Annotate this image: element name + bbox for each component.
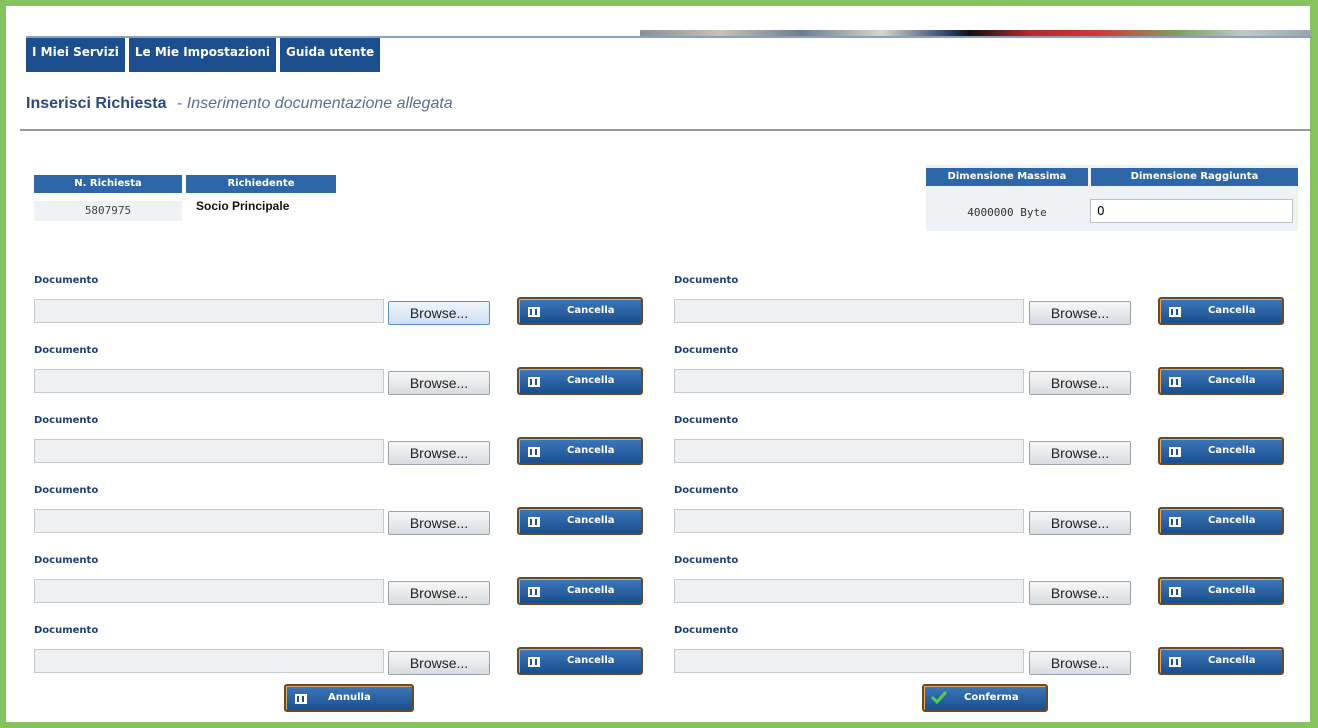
- cancella-label: Cancella: [567, 655, 615, 666]
- cancella-label: Cancella: [567, 305, 615, 316]
- cancella-button[interactable]: Cancella: [517, 647, 643, 675]
- cancella-button[interactable]: Cancella: [1158, 577, 1284, 605]
- document-file-field-left-4[interactable]: [34, 509, 384, 533]
- checkmark-icon: [930, 690, 948, 704]
- title-divider: [20, 129, 1312, 131]
- cancella-button[interactable]: Cancella: [517, 507, 643, 535]
- trash-icon: [1169, 517, 1181, 527]
- cancella-label: Cancella: [567, 585, 615, 596]
- document-label: Documento: [34, 415, 99, 426]
- page-subtitle: Inserimento documentazione allegata: [186, 95, 453, 112]
- document-file-field-left-5[interactable]: [34, 579, 384, 603]
- trash-icon: [528, 657, 540, 667]
- cancella-label: Cancella: [1208, 515, 1256, 526]
- annulla-label: Annulla: [328, 692, 371, 703]
- document-file-field-right-5[interactable]: [674, 579, 1024, 603]
- browse-button[interactable]: Browse...: [388, 301, 490, 325]
- request-number-header: N. Richiesta: [34, 175, 182, 193]
- browse-button[interactable]: Browse...: [388, 651, 490, 675]
- applicant-value: Socio Principale: [196, 199, 290, 213]
- browse-button[interactable]: Browse...: [1029, 301, 1131, 325]
- cancella-label: Cancella: [567, 375, 615, 386]
- document-file-field-right-1[interactable]: [674, 299, 1024, 323]
- trash-icon: [528, 307, 540, 317]
- annulla-button[interactable]: Annulla: [284, 684, 414, 712]
- browse-button[interactable]: Browse...: [1029, 371, 1131, 395]
- browse-button[interactable]: Browse...: [388, 511, 490, 535]
- document-label: Documento: [34, 275, 99, 286]
- browse-button[interactable]: Browse...: [1029, 441, 1131, 465]
- reached-size-header: Dimensione Raggiunta: [1091, 168, 1298, 186]
- document-file-field-left-6[interactable]: [34, 649, 384, 673]
- cancella-button[interactable]: Cancella: [1158, 647, 1284, 675]
- cancella-label: Cancella: [567, 445, 615, 456]
- document-file-field-left-1[interactable]: [34, 299, 384, 323]
- document-file-field-right-4[interactable]: [674, 509, 1024, 533]
- cancella-label: Cancella: [1208, 445, 1256, 456]
- document-file-field-left-2[interactable]: [34, 369, 384, 393]
- document-file-field-right-3[interactable]: [674, 439, 1024, 463]
- document-label: Documento: [674, 555, 739, 566]
- trash-icon: [528, 377, 540, 387]
- cancella-button[interactable]: Cancella: [1158, 437, 1284, 465]
- cancella-label: Cancella: [567, 515, 615, 526]
- cancella-label: Cancella: [1208, 585, 1256, 596]
- browse-button[interactable]: Browse...: [1029, 651, 1131, 675]
- document-label: Documento: [674, 625, 739, 636]
- trash-icon: [1169, 657, 1181, 667]
- request-number-value: 5807975: [34, 201, 182, 221]
- document-file-field-left-3[interactable]: [34, 439, 384, 463]
- conferma-label: Conferma: [964, 692, 1019, 703]
- trash-icon: [295, 694, 307, 704]
- applicant-header: Richiedente: [186, 175, 336, 193]
- document-file-field-right-6[interactable]: [674, 649, 1024, 673]
- trash-icon: [528, 447, 540, 457]
- document-file-field-right-2[interactable]: [674, 369, 1024, 393]
- document-label: Documento: [674, 275, 739, 286]
- cancella-label: Cancella: [1208, 375, 1256, 386]
- document-label: Documento: [674, 415, 739, 426]
- conferma-button[interactable]: Conferma: [922, 684, 1048, 712]
- cancella-label: Cancella: [1208, 655, 1256, 666]
- max-size-header: Dimensione Massima: [926, 168, 1088, 186]
- title-separator: -: [176, 95, 183, 112]
- cancella-button[interactable]: Cancella: [1158, 367, 1284, 395]
- browse-button[interactable]: Browse...: [388, 441, 490, 465]
- cancella-button[interactable]: Cancella: [517, 437, 643, 465]
- cancella-button[interactable]: Cancella: [517, 367, 643, 395]
- cancella-button[interactable]: Cancella: [517, 577, 643, 605]
- tab-le-mie-impostazioni[interactable]: Le Mie Impostazioni: [128, 38, 276, 72]
- document-label: Documento: [674, 485, 739, 496]
- browse-button[interactable]: Browse...: [1029, 581, 1131, 605]
- document-label: Documento: [34, 345, 99, 356]
- page-title: Inserisci Richiesta - Inserimento docume…: [26, 95, 453, 113]
- trash-icon: [528, 587, 540, 597]
- document-label: Documento: [34, 485, 99, 496]
- trash-icon: [528, 517, 540, 527]
- browse-button[interactable]: Browse...: [388, 371, 490, 395]
- tab-guida-utente[interactable]: Guida utente: [279, 38, 381, 72]
- document-label: Documento: [674, 345, 739, 356]
- trash-icon: [1169, 587, 1181, 597]
- browse-button[interactable]: Browse...: [388, 581, 490, 605]
- page-title-main: Inserisci Richiesta: [26, 95, 167, 112]
- tab-i-miei-servizi[interactable]: I Miei Servizi: [26, 38, 125, 72]
- max-size-value: 4000000 Byte: [967, 206, 1047, 219]
- document-label: Documento: [34, 555, 99, 566]
- trash-icon: [1169, 447, 1181, 457]
- reached-size-field[interactable]: [1090, 199, 1293, 223]
- trash-icon: [1169, 307, 1181, 317]
- cancella-label: Cancella: [1208, 305, 1256, 316]
- document-label: Documento: [34, 625, 99, 636]
- browse-button[interactable]: Browse...: [1029, 511, 1131, 535]
- trash-icon: [1169, 377, 1181, 387]
- main-nav: I Miei Servizi Le Mie Impostazioni Guida…: [26, 38, 381, 72]
- cancella-button[interactable]: Cancella: [1158, 297, 1284, 325]
- cancella-button[interactable]: Cancella: [517, 297, 643, 325]
- cancella-button[interactable]: Cancella: [1158, 507, 1284, 535]
